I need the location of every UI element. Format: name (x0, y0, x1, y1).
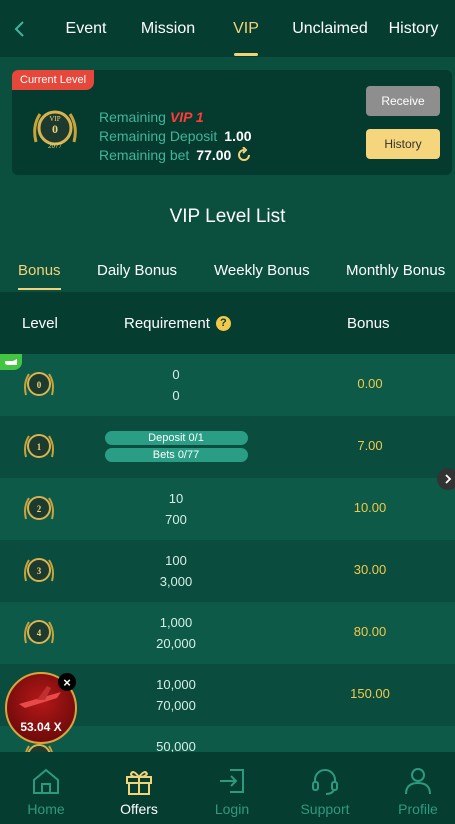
svg-text:4: 4 (37, 628, 42, 638)
vip-medal-icon: 4 (22, 617, 56, 654)
requirement-cell: 10,000 70,000 (156, 677, 196, 713)
back-button[interactable] (0, 0, 40, 57)
bonus-tabs: Bonus Daily Bonus Weekly Bonus Monthly B… (0, 248, 455, 292)
scroll-right-button[interactable] (437, 468, 455, 490)
requirement-cell: Deposit 0/1 Bets 0/77 (100, 428, 252, 465)
bets-progress-pill: Bets 0/77 (104, 448, 248, 462)
requirement-cell: 10 700 (165, 491, 187, 527)
gift-icon (123, 765, 155, 797)
bonus-cell: 7.00 (357, 438, 383, 453)
remaining-deposit-value: 1.00 (224, 127, 252, 144)
header-level: Level (22, 314, 58, 332)
chevron-right-icon (445, 474, 452, 484)
remaining-bet-line: Remaining bet 77.00 (99, 145, 252, 164)
svg-text:0: 0 (52, 122, 58, 136)
tab-event[interactable]: Event (40, 0, 132, 57)
svg-text:2: 2 (37, 504, 42, 514)
bonus-cell: 150.00 (350, 686, 390, 701)
bonus-cell: 80.00 (353, 624, 387, 639)
current-level-card: Current Level VIP 0 2077 Remaining VIP 1… (12, 70, 452, 175)
nav-offers[interactable]: Offers (99, 752, 179, 824)
deposit-progress-pill: Deposit 0/1 (104, 431, 248, 445)
nav-login[interactable]: Login (192, 752, 272, 824)
svg-text:3: 3 (37, 566, 42, 576)
help-icon[interactable]: ? (215, 315, 231, 331)
top-nav: Event Mission VIP Unclaimed History (0, 0, 455, 57)
remaining-vip-value: VIP 1 (169, 108, 204, 125)
tab-daily-bonus[interactable]: Daily Bonus (97, 248, 177, 292)
current-level-badge: Current Level (12, 70, 95, 90)
table-row: 4 1,000 20,000 80.00 (0, 602, 455, 664)
header-requirement: Requirement ? (124, 315, 231, 332)
game-multiplier: 53.04 X (20, 720, 62, 734)
table-row: 0 0 0 0.00 (0, 354, 455, 416)
table-row: 2 10 700 10.00 (0, 478, 455, 540)
pointing-hand-icon (0, 354, 22, 370)
receive-button[interactable]: Receive (366, 86, 440, 116)
chevron-left-icon (14, 20, 24, 37)
tab-history[interactable]: History (372, 0, 455, 57)
requirement-cell: 1,000 20,000 (156, 615, 196, 651)
tab-bonus[interactable]: Bonus (18, 248, 61, 292)
remaining-bet-value: 77.00 (196, 146, 232, 163)
requirement-cell: 0 0 (172, 367, 180, 403)
tab-unclaimed[interactable]: Unclaimed (288, 0, 372, 57)
bonus-cell: 30.00 (353, 562, 387, 577)
tab-vip[interactable]: VIP (204, 0, 288, 57)
vip-medal-icon: 1 (22, 431, 56, 468)
nav-home[interactable]: Home (6, 752, 86, 824)
svg-text:1: 1 (37, 442, 42, 452)
header-bonus: Bonus (347, 314, 390, 332)
remaining-vip-line: Remaining VIP 1 (99, 108, 204, 125)
history-button[interactable]: History (366, 129, 440, 159)
requirement-cell: 100 3,000 (159, 553, 193, 589)
section-title: VIP Level List (169, 206, 286, 227)
remaining-deposit-line: Remaining Deposit 1.00 (99, 127, 252, 144)
bonus-cell: 10.00 (353, 500, 387, 515)
svg-text:2077: 2077 (48, 142, 63, 150)
tab-weekly-bonus[interactable]: Weekly Bonus (214, 248, 310, 292)
user-icon (402, 765, 434, 797)
tab-monthly-bonus[interactable]: Monthly Bonus (346, 248, 445, 292)
refresh-icon[interactable] (236, 146, 252, 163)
nav-profile[interactable]: Profile (378, 752, 455, 824)
svg-text:0: 0 (37, 380, 42, 390)
tab-mission[interactable]: Mission (132, 0, 204, 57)
nav-support[interactable]: Support (285, 752, 365, 824)
table-row: 3 100 3,000 30.00 (0, 540, 455, 602)
headset-icon (309, 765, 341, 797)
vip-medal-icon: 0 (22, 369, 56, 406)
login-icon (216, 765, 248, 797)
bonus-cell: 0.00 (357, 376, 383, 391)
bottom-nav: Home Offers Login Support Profile (0, 752, 455, 824)
home-icon (30, 765, 62, 797)
vip-medal-icon: 3 (22, 555, 56, 592)
vip-medal-icon: VIP 0 2077 (30, 106, 80, 157)
table-header: Level Requirement ? Bonus (0, 292, 455, 354)
table-row: 1 Deposit 0/1 Bets 0/77 7.00 (0, 416, 455, 478)
vip-medal-icon: 2 (22, 493, 56, 530)
close-game-button[interactable]: × (58, 673, 76, 691)
